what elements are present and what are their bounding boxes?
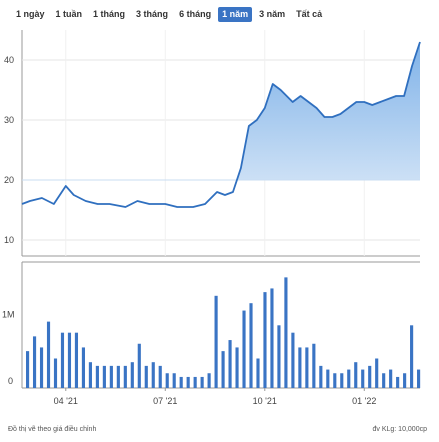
volume-bar xyxy=(144,365,148,388)
volume-bar xyxy=(179,376,183,388)
x-tick-label: 01 '22 xyxy=(352,396,376,406)
volume-bar xyxy=(221,351,225,388)
volume-bar xyxy=(361,369,365,388)
volume-bar xyxy=(200,376,204,388)
volume-bar xyxy=(228,340,232,388)
volume-bar xyxy=(158,365,162,388)
volume-bar xyxy=(102,365,106,388)
price-y-tick-label: 20 xyxy=(4,175,14,185)
volume-bar xyxy=(242,310,246,388)
volume-bar xyxy=(123,365,127,388)
volume-bar xyxy=(193,376,197,388)
volume-bar xyxy=(130,362,134,388)
volume-bar xyxy=(396,376,400,388)
volume-bar xyxy=(81,347,86,388)
price-y-tick-label: 40 xyxy=(4,55,14,65)
adjusted-price-note: Đồ thị vẽ theo giá điều chỉnh xyxy=(8,426,97,433)
volume-bar xyxy=(26,351,30,388)
volume-bar xyxy=(417,369,421,388)
volume-bar xyxy=(305,347,309,388)
volume-bar xyxy=(284,277,288,388)
price-y-tick-label: 30 xyxy=(4,115,14,125)
volume-bar xyxy=(60,332,65,388)
volume-bar xyxy=(151,362,155,388)
volume-bar xyxy=(235,347,239,388)
volume-bar xyxy=(137,343,141,388)
volume-bar xyxy=(186,376,190,388)
volume-bar xyxy=(340,373,344,388)
price-area-fill xyxy=(22,42,420,180)
volume-y-tick-label: 0 xyxy=(8,376,13,386)
volume-bar xyxy=(32,336,37,388)
volume-bar xyxy=(88,362,92,388)
volume-bar xyxy=(46,321,51,388)
volume-bar xyxy=(389,369,393,388)
volume-bar xyxy=(95,365,99,388)
x-tick-label: 04 '21 xyxy=(54,396,78,406)
volume-bar xyxy=(410,325,414,388)
volume-bar xyxy=(270,288,274,388)
volume-bar xyxy=(109,365,113,388)
volume-bar xyxy=(67,332,72,388)
volume-bar xyxy=(368,365,372,388)
volume-bar xyxy=(354,362,358,388)
x-tick-label: 10 '21 xyxy=(253,396,277,406)
volume-y-tick-label: 1M xyxy=(2,309,15,319)
volume-bar xyxy=(333,373,337,388)
volume-bar xyxy=(39,347,44,388)
volume-bar xyxy=(312,343,316,388)
price-y-tick-label: 10 xyxy=(4,235,14,245)
volume-bar xyxy=(403,373,407,388)
volume-unit-note: đv KLg: 10,000cp xyxy=(372,426,428,433)
volume-bar xyxy=(172,373,176,388)
volume-bar xyxy=(326,369,330,388)
price-volume-chart: 10 20 30 40 0 1M 04 '21 07 '21 10 '21 01 '22 xyxy=(2,30,421,406)
volume-bar xyxy=(256,358,260,388)
volume-bar xyxy=(116,365,120,388)
volume-bar xyxy=(214,295,218,388)
volume-bar xyxy=(382,373,386,388)
volume-bar xyxy=(319,365,323,388)
volume-bar xyxy=(298,347,302,388)
volume-bar xyxy=(277,325,281,388)
x-tick-label: 07 '21 xyxy=(153,396,177,406)
volume-bar xyxy=(263,292,267,388)
volume-bar xyxy=(249,303,253,388)
volume-bar xyxy=(53,358,58,388)
volume-bar xyxy=(207,373,211,388)
volume-bar xyxy=(291,332,295,388)
volume-bar xyxy=(74,332,79,388)
volume-bar xyxy=(347,369,351,388)
volume-bar xyxy=(165,373,169,388)
volume-bar xyxy=(375,358,379,388)
